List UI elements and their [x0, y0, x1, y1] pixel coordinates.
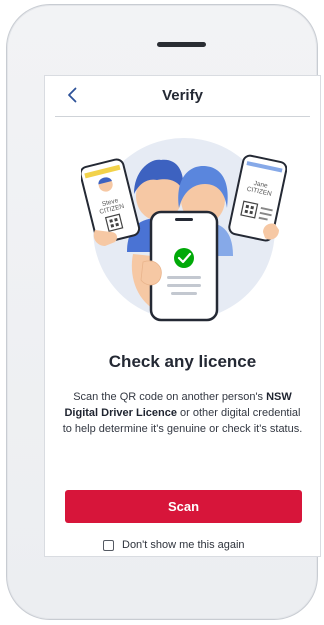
dont-show-again-option[interactable]: Don't show me this again: [103, 537, 245, 553]
app-screen: Verify Steve CITIZEN Jane CITIZEN Check …: [44, 75, 321, 557]
content-heading: Check any licence: [108, 352, 257, 371]
scan-button[interactable]: Scan: [65, 490, 302, 523]
center-phone-illustration: [149, 210, 219, 322]
check-circle-icon: [174, 248, 194, 268]
page-title: Verify: [162, 87, 203, 104]
verify-illustration: Steve CITIZEN Jane CITIZEN: [79, 134, 288, 324]
top-bar: Verify: [55, 76, 310, 117]
phone-frame: Verify Steve CITIZEN Jane CITIZEN Check …: [6, 4, 321, 620]
dont-show-again-checkbox[interactable]: [103, 539, 114, 551]
phone-speaker: [157, 42, 206, 47]
description-text-start: Scan the QR code on another person's: [73, 391, 267, 403]
dont-show-again-label: Don't show me this again: [122, 539, 245, 551]
content-description: Scan the QR code on another person's NSW…: [59, 389, 306, 437]
